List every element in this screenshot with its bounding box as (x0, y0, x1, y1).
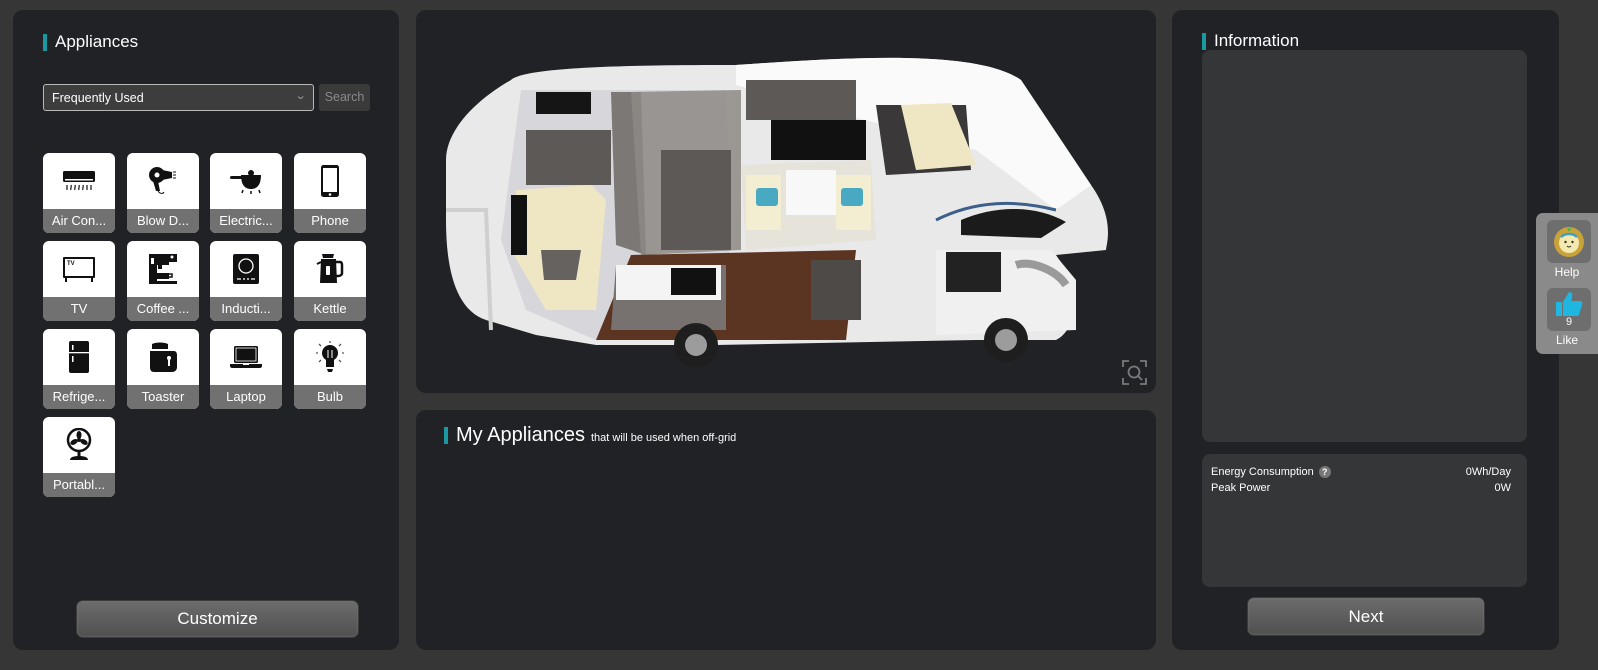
appliance-tile-air-conditioner[interactable]: Air Con... (43, 153, 115, 233)
tv-icon: TV (43, 241, 115, 296)
peak-power-row: Peak Power 0W (1211, 482, 1511, 494)
appliance-label: Air Con... (43, 209, 115, 233)
energy-consumption-value: 0Wh/Day (1465, 466, 1511, 478)
thumbs-up-icon (1556, 292, 1583, 316)
coffee-maker-icon (127, 241, 199, 296)
energy-consumption-row: Energy Consumption? 0Wh/Day (1211, 466, 1511, 478)
appliance-tile-electric-pot[interactable]: Electric... (210, 153, 282, 233)
appliance-tile-portable-fan[interactable]: Portabl... (43, 417, 115, 497)
svg-text:TV: TV (67, 261, 75, 267)
toaster-icon (127, 329, 199, 384)
appliance-label: Bulb (294, 385, 366, 409)
appliance-label: Portabl... (43, 473, 115, 497)
information-content-box (1202, 50, 1527, 442)
appliances-heading: Appliances (55, 32, 139, 51)
floating-help-like-widget: Help 9 Like (1536, 213, 1598, 354)
my-appliances-subtitle: that will be used when off-grid (590, 432, 737, 444)
induction-cooker-icon (210, 241, 282, 296)
appliance-label: Coffee ... (127, 297, 199, 321)
fan-icon (43, 417, 115, 472)
peak-power-value: 0W (1494, 482, 1512, 494)
search-button[interactable]: Search (319, 84, 370, 111)
appliance-tile-kettle[interactable]: Kettle (294, 241, 366, 321)
title-accent-bar (444, 427, 448, 444)
camper-3d-viewer[interactable] (416, 10, 1156, 393)
chevron-down-icon: ⌄ (294, 90, 307, 102)
appliance-label: Electric... (210, 209, 282, 233)
appliance-tile-blow-dryer[interactable]: Blow D... (127, 153, 199, 233)
appliances-title: Appliances (43, 32, 138, 52)
appliance-label: Blow D... (127, 209, 199, 233)
help-button[interactable] (1547, 220, 1591, 263)
appliance-label: Kettle (294, 297, 366, 321)
appliance-tile-laptop[interactable]: Laptop (210, 329, 282, 409)
appliance-tile-toaster[interactable]: Toaster (127, 329, 199, 409)
energy-consumption-label: Energy Consumption (1211, 466, 1314, 478)
information-panel: Information Energy Consumption? 0Wh/Day … (1172, 10, 1559, 650)
energy-summary-box: Energy Consumption? 0Wh/Day Peak Power 0… (1202, 454, 1527, 587)
appliance-tile-induction-cooker[interactable]: Inducti... (210, 241, 282, 321)
phone-icon (294, 153, 366, 208)
appliance-label: Inducti... (210, 297, 282, 321)
title-accent-bar (43, 33, 47, 51)
customize-button[interactable]: Customize (76, 600, 359, 638)
like-label: Like (1555, 333, 1578, 347)
category-select-value: Frequently Used (52, 91, 144, 105)
appliance-label: Refrige... (43, 385, 115, 409)
category-select[interactable]: Frequently Used ⌄ (43, 84, 314, 111)
appliance-tile-phone[interactable]: Phone (294, 153, 366, 233)
appliance-tile-refrigerator[interactable]: Refrige... (43, 329, 115, 409)
appliance-tile-coffee-maker[interactable]: Coffee ... (127, 241, 199, 321)
help-circle-icon[interactable]: ? (1318, 466, 1331, 478)
next-button[interactable]: Next (1247, 597, 1485, 636)
appliance-label: Laptop (210, 385, 282, 409)
electric-pot-icon (210, 153, 282, 208)
refrigerator-icon (43, 329, 115, 384)
appliance-label: Toaster (127, 385, 199, 409)
my-appliances-title: My Appliances that will be used when off… (444, 424, 736, 447)
appliance-label: Phone (294, 209, 366, 233)
information-title: Information (1202, 31, 1299, 51)
my-appliances-panel: My Appliances that will be used when off… (416, 410, 1156, 650)
zoom-icon[interactable] (1122, 360, 1147, 385)
help-label: Help (1554, 265, 1580, 279)
peak-power-label: Peak Power (1211, 482, 1271, 494)
lion-mascot-icon (1554, 226, 1584, 257)
blow-dryer-icon (127, 153, 199, 208)
appliance-tile-bulb[interactable]: Bulb (294, 329, 366, 409)
appliances-panel: Appliances Frequently Used ⌄ Search Air … (13, 10, 399, 650)
like-count: 9 (1565, 316, 1573, 328)
kettle-icon (294, 241, 366, 296)
air-conditioner-icon (43, 153, 115, 208)
information-heading: Information (1214, 31, 1300, 50)
appliance-tile-tv[interactable]: TV TV (43, 241, 115, 321)
camper-van-cutaway-image (446, 57, 1108, 367)
my-appliances-heading: My Appliances (456, 424, 585, 446)
appliance-label: TV (43, 297, 115, 321)
bulb-icon (294, 329, 366, 384)
title-accent-bar (1202, 32, 1206, 50)
like-button[interactable]: 9 (1547, 288, 1591, 331)
laptop-icon (210, 329, 282, 384)
